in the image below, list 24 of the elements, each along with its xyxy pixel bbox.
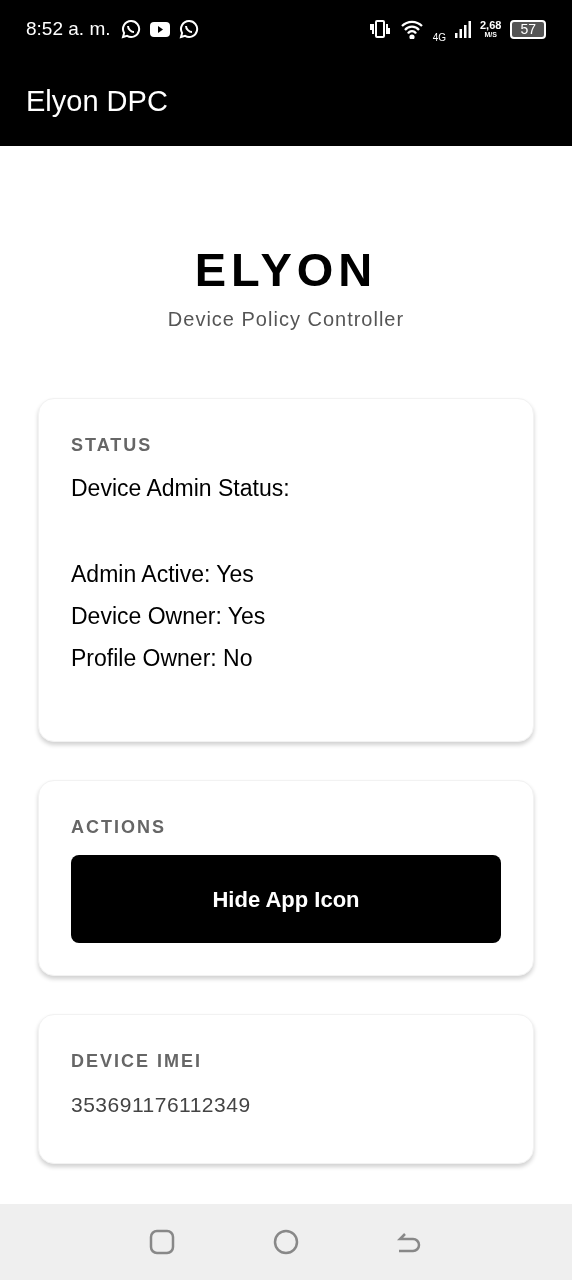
app-title: Elyon DPC [26, 84, 168, 120]
recents-icon[interactable] [149, 1229, 175, 1255]
battery-indicator: 57 [510, 19, 546, 39]
data-speed: 2,68 [480, 20, 502, 31]
vibrate-icon [368, 19, 391, 39]
status-line: Device Owner: Yes [71, 602, 267, 631]
wifi-icon [399, 19, 424, 39]
brand-title: ELYON [194, 242, 378, 298]
status-line: Profile Owner: No [71, 644, 254, 673]
signal-icon [455, 19, 471, 39]
card-heading: STATUS [71, 434, 154, 457]
status-intro: Device Admin Status: [71, 474, 291, 503]
home-icon[interactable] [273, 1229, 299, 1255]
play-icon [149, 21, 170, 37]
imei-value: 353691176112349 [71, 1092, 252, 1118]
clock: 8:52 a. m. [26, 16, 111, 41]
hide-app-icon-button[interactable]: Hide App Icon [71, 855, 501, 943]
card-heading: DEVICE IMEI [71, 1050, 204, 1073]
network-type: 4G [432, 30, 446, 45]
card-heading: ACTIONS [71, 816, 167, 839]
chat-icon [120, 19, 141, 39]
chat-icon [178, 19, 199, 39]
brand-subtitle: Device Policy Controller [167, 307, 405, 332]
status-line: Admin Active: Yes [71, 560, 255, 589]
